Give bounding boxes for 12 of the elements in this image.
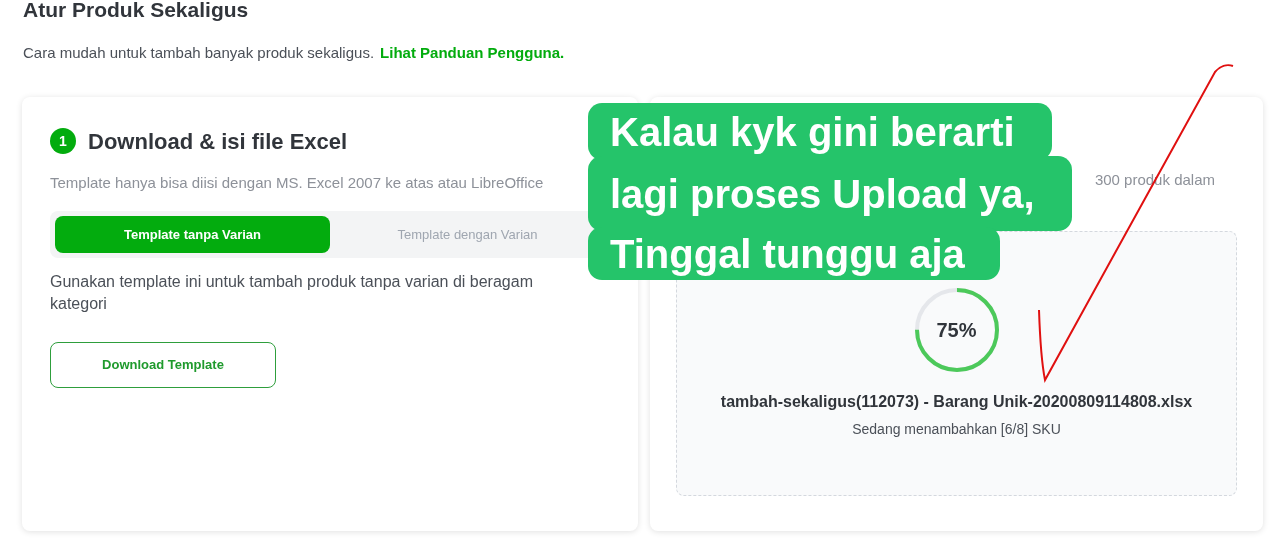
annotation-tooltip: Tinggal tunggu aja xyxy=(588,227,1000,280)
tab-description: Gunakan template ini untuk tambah produk tanpa varian di beragam kategori xyxy=(50,272,534,314)
page-title: Atur Produk Sekaligus xyxy=(23,0,250,21)
step-badge: 1 xyxy=(50,128,76,154)
progress-percent: 75% xyxy=(936,318,977,343)
file-name: tambah-sekaligus(112073) - Barang Unik-20200809114808.xlsx xyxy=(720,392,1193,412)
card-title: Download & isi file Excel xyxy=(88,127,348,156)
annotation-tooltip: Kalau kyk gini berarti xyxy=(588,103,1052,160)
annotation-tooltip: lagi proses Upload ya, xyxy=(588,156,1072,231)
card-description: Template hanya bisa diisi dengan MS. Excel 2007 ke atas atau LibreOffice xyxy=(50,172,545,193)
subtitle: Cara mudah untuk tambah banyak produk sekaligus. xyxy=(23,43,375,63)
upload-status: Sedang menambahkan [6/8] SKU xyxy=(852,420,1061,439)
